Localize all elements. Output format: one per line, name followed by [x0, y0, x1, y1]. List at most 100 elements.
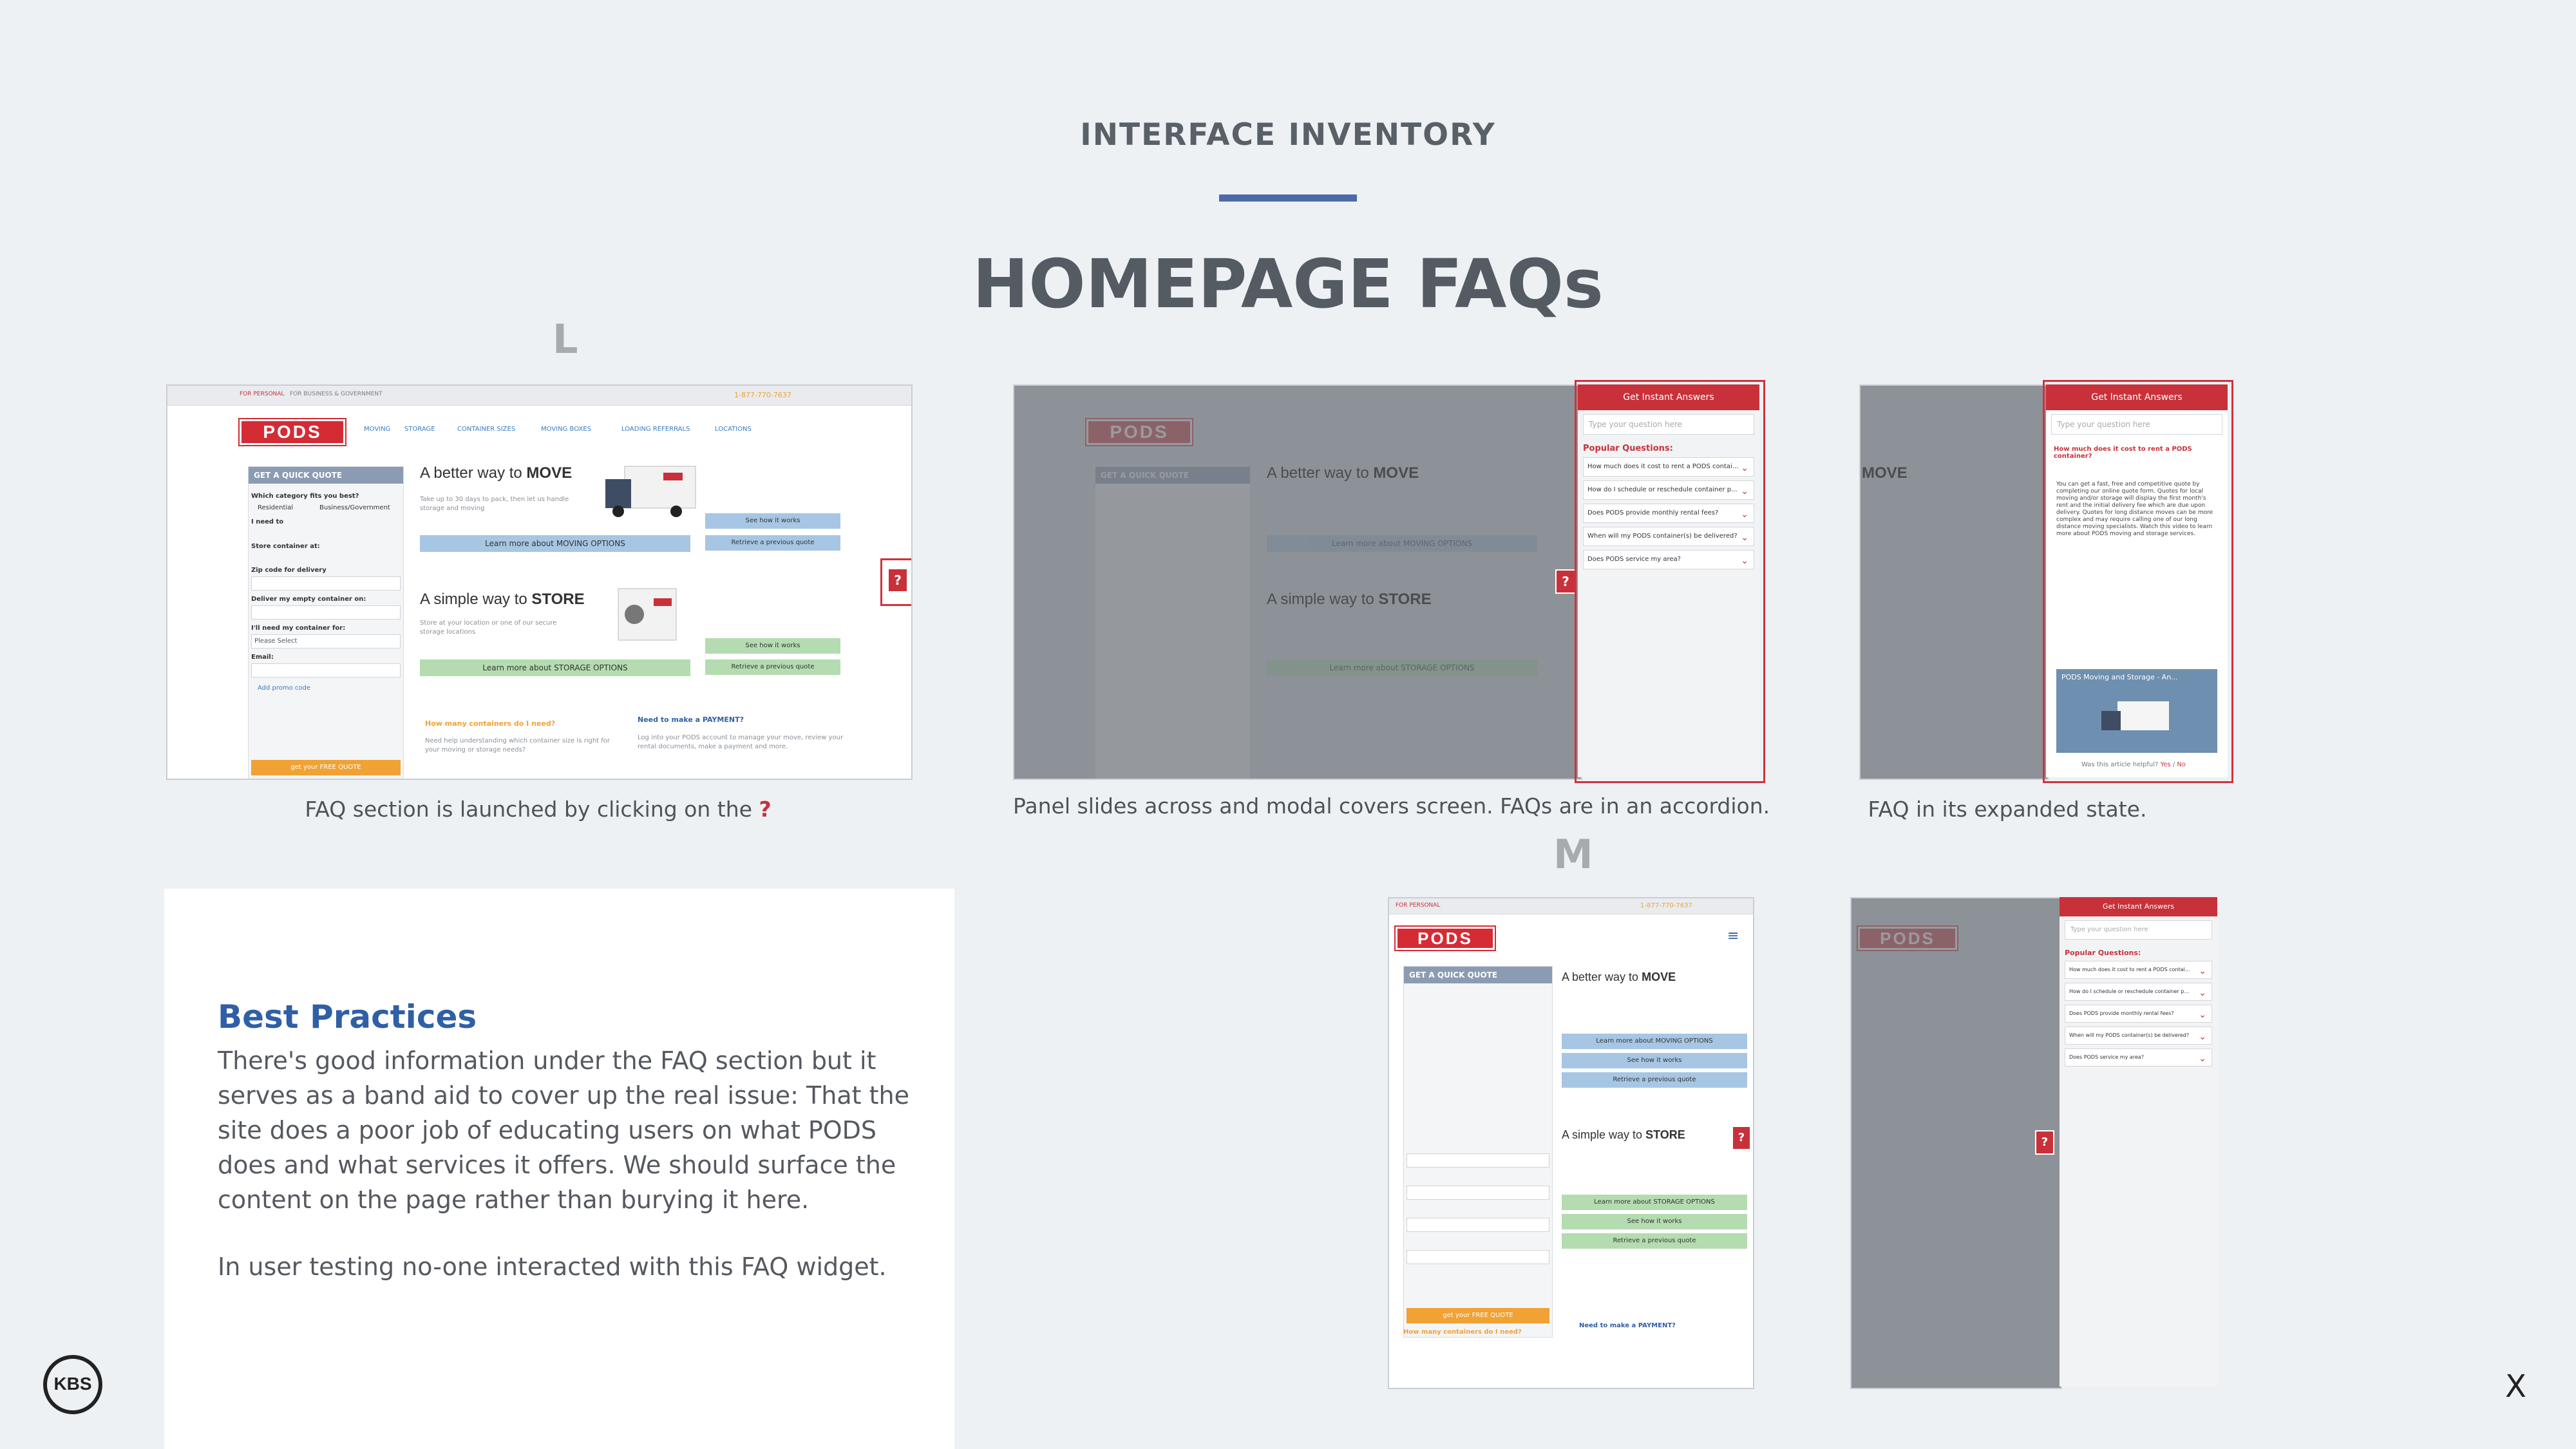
store-heading-m: A simple way to STORE [1562, 1128, 1685, 1141]
date-input-m[interactable] [1406, 1186, 1549, 1200]
payment-text: Log into your PODS account to manage you… [638, 734, 844, 750]
heading-rule [1219, 194, 1357, 202]
quote-header: GET A QUICK QUOTE [249, 467, 403, 484]
best-practices-paragraph-1: There's good information under the FAQ s… [218, 1046, 909, 1214]
nav-moving[interactable]: MOVING [364, 426, 390, 433]
phone-number[interactable]: 1-877-770-7637 [734, 391, 791, 399]
screenshot-homepage-large: FOR PERSONAL FOR BUSINESS & GOVERNMENT 1… [166, 384, 913, 780]
quote-header-m: GET A QUICK QUOTE [1404, 967, 1552, 983]
faq-question-m4[interactable]: When will my PODS container(s) be delive… [2065, 1027, 2212, 1045]
containers-question[interactable]: How many containers do I need? [425, 719, 555, 728]
caption-3: FAQ in its expanded state. [1868, 797, 2147, 822]
radio-business[interactable]: Business/Government [319, 504, 390, 511]
caption-1: FAQ section is launched by clicking on t… [305, 797, 772, 822]
move-heading: A better way to MOVE [420, 464, 573, 482]
screenshot-faq-panel: PODS A better way to MOVE Learn more abo… [1013, 384, 1582, 780]
faq-search-input-m[interactable]: Type your question here [2065, 920, 2212, 940]
see-how-store-button[interactable]: See how it works [705, 638, 840, 654]
email-input-m[interactable] [1406, 1250, 1549, 1264]
storage-options-button-m[interactable]: Learn more about STORAGE OPTIONS [1562, 1195, 1747, 1210]
site-topbar-m: FOR PERSONAL 1-877-770-7637 [1389, 898, 1753, 914]
duration-select-m[interactable] [1406, 1218, 1549, 1232]
faq-trigger-icon[interactable]: ? [887, 568, 908, 592]
nav-moving-boxes[interactable]: MOVING BOXES [541, 426, 591, 433]
storage-options-button[interactable]: Learn more about STORAGE OPTIONS [420, 659, 690, 676]
free-quote-button-m[interactable]: get your FREE QUOTE [1406, 1308, 1549, 1323]
retrieve-store-m[interactable]: Retrieve a previous quote [1562, 1233, 1747, 1249]
faq-question-m5[interactable]: Does PODS service my area? [2065, 1048, 2212, 1067]
phone-number-m[interactable]: 1-877-770-7637 [1640, 902, 1692, 909]
pods-logo-m[interactable]: PODS [1394, 925, 1496, 951]
popular-questions-label-m: Popular Questions: [2065, 949, 2141, 957]
see-how-move-m[interactable]: See how it works [1562, 1053, 1747, 1068]
nav-storage[interactable]: STORAGE [404, 426, 435, 433]
faq-question-m3[interactable]: Does PODS provide monthly rental fees? [2065, 1005, 2212, 1023]
moving-options-button-m[interactable]: Learn more about MOVING OPTIONS [1562, 1034, 1747, 1049]
panel-highlight [1575, 380, 1765, 783]
question-mark-icon: ? [759, 797, 772, 822]
screenshot-homepage-medium: FOR PERSONAL 1-877-770-7637 PODS ≡ GET A… [1388, 897, 1754, 1389]
tab-personal[interactable]: FOR PERSONAL [240, 391, 284, 397]
free-quote-button[interactable]: get your FREE QUOTE [251, 760, 401, 775]
storage-container-image [618, 588, 677, 641]
medium-breakpoint-label: M [1553, 831, 1593, 878]
modal-overlay-3[interactable] [1861, 386, 2047, 779]
nav-container-sizes[interactable]: CONTAINER SIZES [457, 426, 515, 433]
zip-input[interactable] [251, 576, 401, 591]
deliver-label: Deliver my empty container on: [251, 596, 366, 603]
store-heading: A simple way to STORE [420, 591, 585, 608]
best-practices-title: Best Practices [218, 998, 477, 1036]
screenshot-faq-panel-medium: PODS ? [1850, 897, 2062, 1389]
nav-loading-referrals[interactable]: LOADING REFERRALS [621, 426, 690, 433]
retrieve-quote-button[interactable]: Retrieve a previous quote [705, 535, 840, 551]
eyebrow-heading: INTERFACE INVENTORY [1080, 117, 1496, 153]
nav-locations[interactable]: LOCATIONS [715, 426, 752, 433]
containers-question-m[interactable]: How many containers do I need? [1403, 1329, 1522, 1336]
kbs-logo: KBS [43, 1355, 102, 1414]
tab-business[interactable]: FOR BUSINESS & GOVERNMENT [290, 391, 383, 397]
need-for-label: I'll need my container for: [251, 625, 346, 632]
retrieve-store-button[interactable]: Retrieve a previous quote [705, 659, 840, 675]
radio-residential[interactable]: Residential [258, 504, 293, 511]
duration-value: Please Select [254, 638, 298, 645]
zip-input-m[interactable] [1406, 1153, 1549, 1168]
hamburger-menu-icon[interactable]: ≡ [1727, 928, 1739, 944]
page-title: HOMEPAGE FAQs [972, 245, 1604, 323]
container-location-label: Store container at: [251, 543, 320, 550]
panel-highlight-3 [2043, 380, 2233, 783]
best-practices-card: Best Practices There's good information … [164, 889, 954, 1449]
see-how-move-button[interactable]: See how it works [705, 513, 840, 529]
quick-quote-form-m: GET A QUICK QUOTE get your FREE QUOTE [1403, 966, 1553, 1338]
large-breakpoint-label: L [553, 316, 578, 363]
payment-question-m[interactable]: Need to make a PAYMENT? [1579, 1322, 1676, 1329]
close-icon[interactable]: X [2505, 1368, 2526, 1405]
truck-image [605, 466, 696, 517]
faq-question-m1[interactable]: How much does it cost to rent a PODS con… [2065, 961, 2212, 980]
modal-overlay-m[interactable] [1852, 898, 2061, 1388]
screenshot-faq-expanded: MOVE [1859, 384, 2049, 780]
see-how-store-m[interactable]: See how it works [1562, 1214, 1747, 1229]
panel-header-m: Get Instant Answers [2060, 897, 2217, 916]
email-input[interactable] [251, 663, 401, 677]
faq-trigger-icon-m2[interactable]: ? [2035, 1130, 2054, 1155]
best-practices-paragraph-2: In user testing no-one interacted with t… [218, 1253, 887, 1281]
faq-trigger-icon-2[interactable]: ? [1555, 569, 1576, 594]
moving-options-button[interactable]: Learn more about MOVING OPTIONS [420, 535, 690, 552]
promo-link[interactable]: Add promo code [258, 685, 310, 692]
duration-select[interactable]: Please Select [251, 634, 401, 649]
tab-personal-m[interactable]: FOR PERSONAL [1396, 902, 1440, 909]
date-input[interactable] [251, 605, 401, 620]
pods-logo[interactable]: PODS [238, 418, 346, 446]
modal-overlay[interactable] [1014, 386, 1581, 779]
email-label: Email: [251, 654, 274, 661]
faq-panel-medium: Get Instant Answers Type your question h… [2060, 897, 2217, 1387]
quick-quote-form: GET A QUICK QUOTE Which category fits yo… [248, 466, 404, 779]
category-label: Which category fits you best? [251, 493, 359, 500]
retrieve-quote-m[interactable]: Retrieve a previous quote [1562, 1072, 1747, 1088]
payment-question[interactable]: Need to make a PAYMENT? [638, 715, 744, 724]
need-label: I need to [251, 518, 284, 526]
faq-trigger-icon-m[interactable]: ? [1732, 1126, 1751, 1150]
caption-2: Panel slides across and modal covers scr… [1013, 793, 1770, 819]
faq-question-m2[interactable]: How do I schedule or reschedule containe… [2065, 983, 2212, 1001]
store-desc: Store at your location or one of our sec… [420, 620, 557, 636]
